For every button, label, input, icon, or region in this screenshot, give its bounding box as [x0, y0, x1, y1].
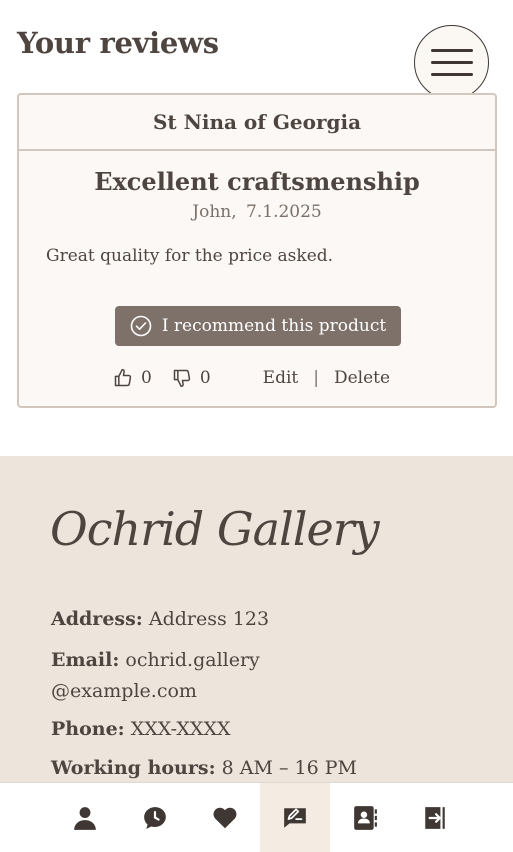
review-product-name[interactable]: St Nina of Georgia [19, 95, 495, 151]
delete-link[interactable]: Delete [334, 368, 390, 388]
review-title: Excellent craftsmenship [94, 167, 420, 196]
nav-reviews[interactable] [260, 783, 330, 852]
thumbs-up-icon [114, 368, 132, 387]
user-icon [74, 807, 96, 830]
review-card: St Nina of Georgia Excellent craftsmensh… [17, 93, 497, 408]
dislike-count: 0 [199, 368, 211, 388]
review-author: John, [192, 202, 237, 222]
footer-email: Email: ochrid.gallery @example.com [51, 645, 260, 707]
brand-logo: Ochrid Gallery [50, 502, 380, 556]
like-button[interactable]: 0 [113, 368, 152, 388]
menu-button[interactable] [414, 25, 489, 100]
footer-address: Address: Address 123 [51, 604, 269, 635]
phone-value: XXX-XXXX [130, 718, 231, 740]
nav-contacts[interactable] [330, 783, 400, 852]
check-circle-icon [130, 315, 152, 337]
email-value-2[interactable]: @example.com [51, 680, 197, 702]
nav-history[interactable] [120, 783, 190, 852]
bottom-nav [0, 782, 513, 852]
reviews-icon [284, 808, 306, 828]
nav-profile[interactable] [50, 783, 120, 852]
edit-link[interactable]: Edit [263, 368, 299, 388]
hours-label: Working hours: [51, 757, 216, 779]
email-value-1[interactable]: ochrid.gallery [125, 649, 259, 671]
logout-icon [425, 807, 445, 829]
address-label: Address: [51, 608, 143, 630]
nav-favorites[interactable] [190, 783, 260, 852]
recommend-label: I recommend this product [161, 316, 387, 336]
contacts-icon [354, 806, 377, 830]
phone-label: Phone: [51, 718, 125, 740]
hamburger-icon [430, 48, 473, 76]
action-divider: | [313, 368, 319, 388]
recommend-badge: I recommend this product [115, 306, 401, 346]
nav-logout[interactable] [400, 783, 470, 852]
review-date: 7.1.2025 [246, 202, 322, 222]
history-icon [144, 807, 166, 829]
like-count: 0 [141, 368, 152, 388]
hours-value: 8 AM – 16 PM [221, 757, 357, 779]
review-body: Great quality for the price asked. [46, 246, 334, 266]
dislike-button[interactable]: 0 [172, 368, 211, 388]
footer-hours: Working hours: 8 AM – 16 PM [51, 753, 357, 784]
review-actions: 0 0 Edit | Delete [113, 365, 390, 391]
review-meta: John, 7.1.2025 [19, 202, 495, 222]
footer-phone: Phone: XXX-XXXX [51, 714, 231, 745]
email-label: Email: [51, 649, 120, 671]
heart-icon [213, 807, 237, 829]
page-title: Your reviews [17, 26, 219, 60]
address-value: Address 123 [148, 608, 270, 630]
thumbs-down-icon [173, 369, 191, 388]
